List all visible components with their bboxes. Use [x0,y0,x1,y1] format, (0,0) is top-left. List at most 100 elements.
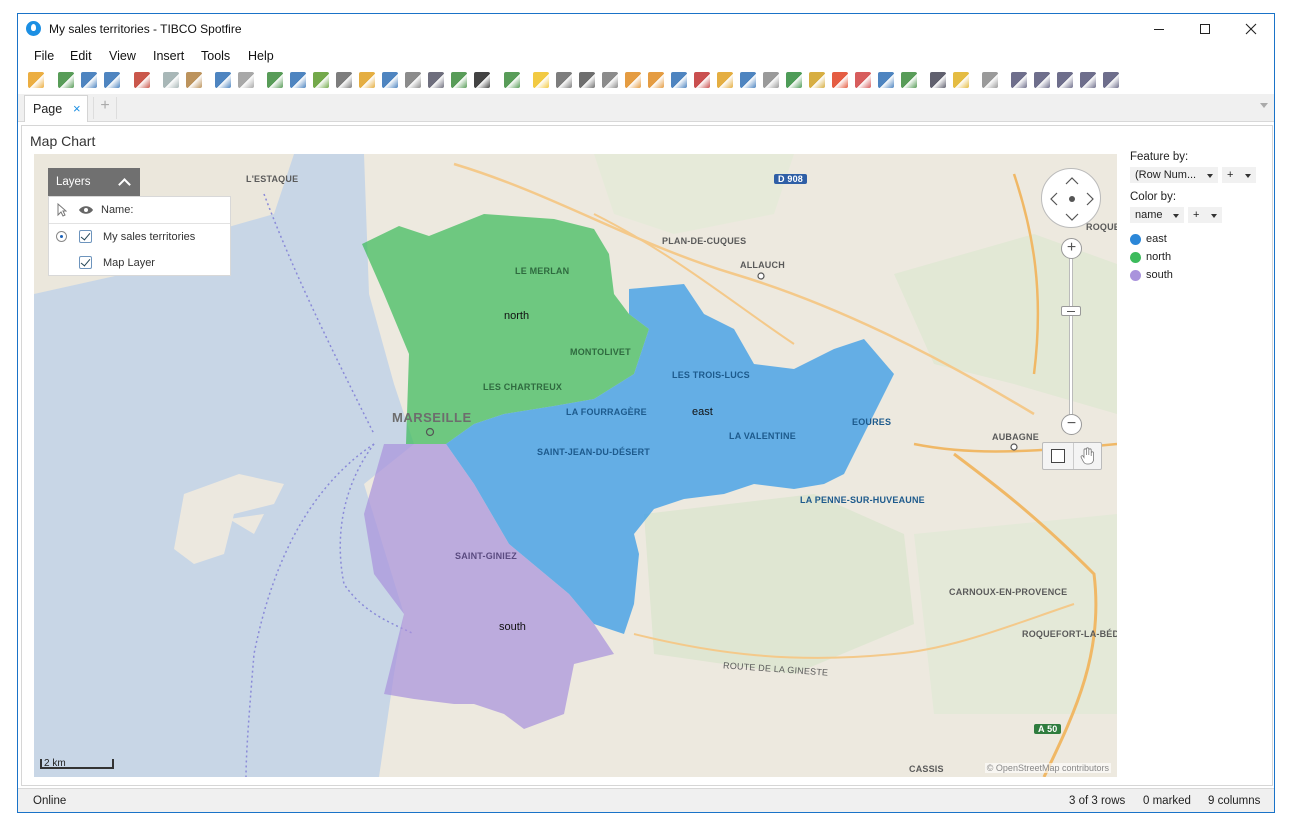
copy-icon[interactable] [163,72,179,88]
status-columns: 9 columns [1208,795,1261,807]
feature-by-selector[interactable]: (Row Num... [1130,167,1218,183]
layout-columns-icon[interactable] [1057,72,1073,88]
map-label: LA VALENTINE [729,431,796,441]
menu-view[interactable]: View [109,49,136,63]
layout-rows-icon[interactable] [1080,72,1096,88]
data-table-icon[interactable] [336,72,352,88]
menu-help[interactable]: Help [248,49,274,63]
tags-icon[interactable] [359,72,375,88]
chevron-down-icon[interactable] [1260,103,1268,108]
parallel-coordinates-icon[interactable] [855,72,871,88]
zoom-out-button[interactable]: − [1061,414,1082,435]
layout-tile-icon[interactable] [1011,72,1027,88]
title-bar: My sales territories - TIBCO Spotfire [18,14,1274,44]
comments-icon[interactable] [451,72,467,88]
text-icon[interactable] [953,72,969,88]
summary-table-icon[interactable] [878,72,894,88]
heat-map-icon[interactable] [832,72,848,88]
color-scheme-icon[interactable] [474,72,490,88]
replace-data-icon[interactable] [81,72,97,88]
plus-icon: + [1227,169,1234,181]
color-by-add-button[interactable]: + [1188,207,1222,223]
layout-grid-icon[interactable] [1034,72,1050,88]
active-layer-radio[interactable] [56,231,67,242]
map-label: ALLAUCH [740,260,785,270]
hand-pan-icon[interactable] [1079,447,1095,465]
add-data-icon[interactable] [58,72,74,88]
feature-by-add-button[interactable]: + [1222,167,1256,183]
maximize-icon[interactable] [1103,72,1119,88]
reset-icon[interactable] [267,72,283,88]
map-canvas[interactable]: L'ESTAQUE PLAN-DE-CUQUES ALLAUCH LE MERL… [34,154,1117,777]
close-tab-icon[interactable]: × [73,101,81,116]
rectangle-select-icon[interactable] [1051,449,1065,463]
combination-chart-icon[interactable] [648,72,664,88]
zoom-in-button[interactable]: + [1061,238,1082,259]
multi-line-icon[interactable] [694,72,710,88]
treemap-icon[interactable] [809,72,825,88]
chevron-down-icon [1173,214,1179,218]
zoom-slider-handle[interactable] [1061,306,1081,316]
layer-visibility-checkbox[interactable] [79,256,92,269]
menu-file[interactable]: File [34,49,54,63]
menu-tools[interactable]: Tools [201,49,230,63]
add-page-button[interactable]: + [93,97,117,119]
box-plot-icon[interactable] [901,72,917,88]
layer-item-map-layer[interactable]: Map Layer [49,250,230,276]
new-visualization-icon[interactable] [504,72,520,88]
territory-label-east[interactable]: east [692,406,713,418]
map-label: PLAN-DE-CUQUES [662,236,747,246]
cross-table-icon[interactable] [579,72,595,88]
menu-insert[interactable]: Insert [153,49,184,63]
close-icon [1245,23,1257,35]
legend-color-swatch [1130,234,1141,245]
tab-page[interactable]: Page × [24,95,88,122]
scatter-plot-icon[interactable] [740,72,756,88]
3d-scatter-icon[interactable] [763,72,779,88]
table-icon[interactable] [556,72,572,88]
export-pdf-icon[interactable] [134,72,150,88]
minimize-button[interactable] [1136,14,1182,44]
settings-icon[interactable] [982,72,998,88]
layers-header[interactable]: Layers [48,168,140,196]
legend-color-swatch [1130,252,1141,263]
zoom-slider[interactable] [1069,248,1073,428]
menu-edit[interactable]: Edit [70,49,92,63]
text-area-icon[interactable] [930,72,946,88]
toolbar [18,68,1274,94]
pan-navigation-control[interactable] [1041,168,1101,228]
map-label: LA FOURRAGÈRE [566,407,647,417]
lists-icon[interactable] [405,72,421,88]
road-shield: A 50 [1034,724,1062,734]
close-window-button[interactable] [1228,14,1274,44]
chevron-up-icon[interactable] [118,178,131,191]
map-chart-icon[interactable] [786,72,802,88]
save-icon[interactable] [104,72,120,88]
bookmark-icon[interactable] [382,72,398,88]
open-icon[interactable] [28,72,44,88]
insights-icon[interactable] [533,72,549,88]
bar-chart-icon[interactable] [625,72,641,88]
territory-label-north[interactable]: north [504,310,529,322]
redo-icon[interactable] [238,72,254,88]
layer-visibility-checkbox[interactable] [79,230,92,243]
feature-by-title: Feature by: [1130,151,1189,163]
map-label: LES TROIS-LUCS [672,370,750,380]
maximize-button[interactable] [1182,14,1228,44]
data-panel-icon[interactable] [428,72,444,88]
line-chart-icon[interactable] [671,72,687,88]
pie-chart-icon[interactable] [717,72,733,88]
filter-icon[interactable] [290,72,306,88]
color-by-selector[interactable]: name [1130,207,1184,223]
status-connection: Online [33,795,67,807]
map-label: EOURES [852,417,892,427]
territory-label-south[interactable]: south [499,621,526,633]
paste-icon[interactable] [186,72,202,88]
undo-icon[interactable] [215,72,231,88]
page-tab-bar: Page × + [18,94,1274,122]
map-label: ROQUEFORT-LA-BÉDOULE [1022,629,1117,639]
details-icon[interactable] [313,72,329,88]
layer-label: Map Layer [103,257,155,269]
layer-item-my-sales-territories[interactable]: My sales territories [49,224,230,250]
graphical-table-icon[interactable] [602,72,618,88]
